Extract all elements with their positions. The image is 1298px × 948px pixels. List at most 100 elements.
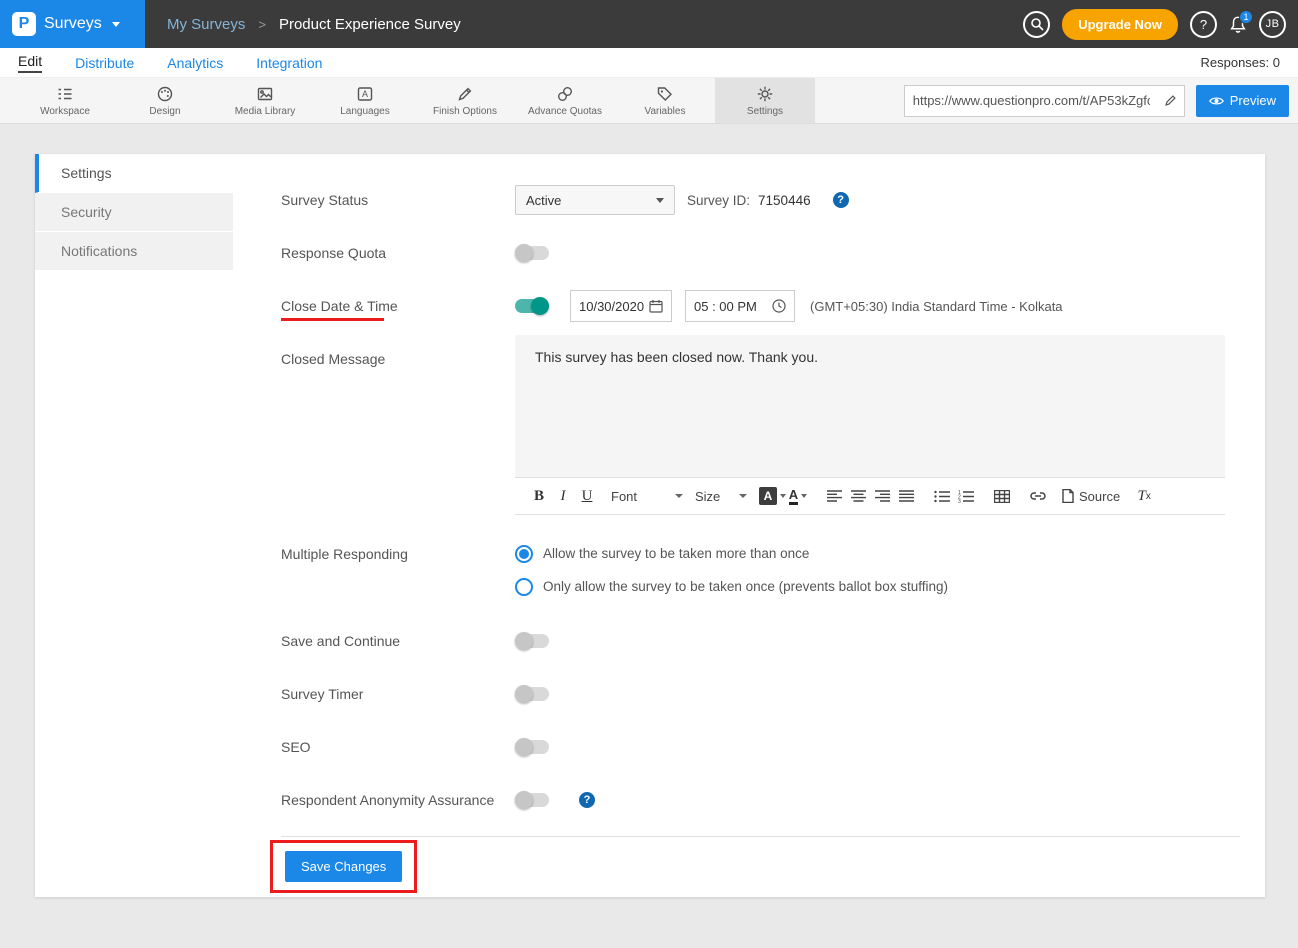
survey-id-help-icon[interactable]: ?: [833, 192, 849, 208]
survey-timer-toggle[interactable]: [515, 687, 549, 701]
bullet-list-button[interactable]: [930, 483, 954, 509]
save-changes-button[interactable]: Save Changes: [285, 851, 402, 882]
bold-button[interactable]: B: [527, 483, 551, 509]
toolbar-item-variables[interactable]: Variables: [615, 78, 715, 123]
section-nav: Edit Distribute Analytics Integration Re…: [0, 48, 1298, 78]
align-right-button[interactable]: [870, 483, 894, 509]
insert-link-button[interactable]: [1026, 483, 1050, 509]
anonymity-row: Respondent Anonymity Assurance ?: [281, 776, 1240, 824]
svg-text:A: A: [362, 89, 368, 99]
multiple-responding-options: Allow the survey to be taken more than o…: [515, 537, 948, 603]
toggle-knob: [515, 244, 533, 262]
sidebar-item-security[interactable]: Security: [35, 193, 233, 232]
toolbar-item-workspace[interactable]: Workspace: [15, 78, 115, 123]
search-button[interactable]: [1023, 11, 1050, 38]
toolbar-item-settings[interactable]: Settings: [715, 78, 815, 123]
top-bar: P Surveys My Surveys > Product Experienc…: [0, 0, 1298, 48]
seo-toggle[interactable]: [515, 740, 549, 754]
annotation-red-underline: [281, 318, 384, 321]
font-dropdown[interactable]: Font: [611, 483, 683, 509]
background-color-button[interactable]: A: [759, 483, 786, 509]
close-date-input[interactable]: 10/30/2020: [570, 290, 672, 322]
sidebar-item-notifications[interactable]: Notifications: [35, 232, 233, 271]
closed-message-textarea[interactable]: This survey has been closed now. Thank y…: [515, 335, 1225, 477]
close-date-time-toggle[interactable]: [515, 299, 549, 313]
avatar[interactable]: JB: [1259, 11, 1286, 38]
size-dropdown[interactable]: Size: [695, 483, 747, 509]
close-date-time-label: Close Date & Time: [281, 298, 515, 314]
toolbar-item-media-library[interactable]: Media Library: [215, 78, 315, 123]
tab-edit[interactable]: Edit: [18, 53, 42, 73]
sidebar-item-settings[interactable]: Settings: [35, 154, 233, 193]
multiple-responding-row: Multiple Responding Allow the survey to …: [281, 537, 1240, 603]
response-quota-toggle[interactable]: [515, 246, 549, 260]
breadcrumb-my-surveys[interactable]: My Surveys: [167, 16, 245, 33]
chevron-down-icon: [112, 22, 120, 27]
radio-option-once[interactable]: Only allow the survey to be taken once (…: [515, 570, 948, 603]
italic-button[interactable]: I: [551, 483, 575, 509]
survey-timer-row: Survey Timer: [281, 670, 1240, 718]
eye-icon: [1209, 96, 1224, 106]
toolbar-right: Preview: [904, 78, 1298, 123]
workspace-icon: [56, 85, 74, 103]
remove-format-button[interactable]: Tx: [1132, 483, 1156, 509]
toolbar-item-design[interactable]: Design: [115, 78, 215, 123]
response-quota-label: Response Quota: [281, 245, 515, 261]
app-logo[interactable]: P Surveys: [0, 0, 145, 48]
align-left-icon: [827, 490, 842, 502]
insert-table-button[interactable]: [990, 483, 1014, 509]
align-center-button[interactable]: [846, 483, 870, 509]
numbered-list-button[interactable]: 123: [954, 483, 978, 509]
anonymity-toggle[interactable]: [515, 793, 549, 807]
toolbar-item-languages[interactable]: A Languages: [315, 78, 415, 123]
help-button[interactable]: ?: [1190, 11, 1217, 38]
toggle-knob: [515, 738, 533, 756]
save-and-continue-toggle[interactable]: [515, 634, 549, 648]
toolbar-item-advance-quotas[interactable]: Advance Quotas: [515, 78, 615, 123]
text-color-button[interactable]: A: [786, 483, 810, 509]
edit-url-button[interactable]: [1158, 94, 1184, 107]
edit-toolbar: Workspace Design Media Library A Languag…: [0, 78, 1298, 124]
pencil-icon: [1164, 94, 1177, 107]
preview-button[interactable]: Preview: [1196, 85, 1289, 117]
seo-label: SEO: [281, 739, 515, 755]
settings-sidebar: Settings Security Notifications: [35, 154, 233, 897]
palette-icon: [156, 85, 174, 103]
tag-icon: [656, 85, 674, 103]
text-color-icon: A: [789, 488, 798, 505]
quotas-icon: [556, 85, 574, 103]
tab-integration[interactable]: Integration: [256, 55, 322, 71]
page-title: Product Experience Survey: [279, 16, 461, 33]
tab-analytics[interactable]: Analytics: [167, 55, 223, 71]
radio-option-multiple[interactable]: Allow the survey to be taken more than o…: [515, 537, 948, 570]
response-quota-row: Response Quota: [281, 229, 1240, 277]
form-divider: [281, 836, 1240, 837]
annotation-red-box: Save Changes: [270, 840, 417, 893]
chevron-down-icon: [656, 198, 664, 203]
notifications-button[interactable]: 1: [1229, 15, 1247, 34]
align-justify-button[interactable]: [894, 483, 918, 509]
source-button[interactable]: Source: [1062, 483, 1120, 509]
settings-form: Survey Status Active Survey ID: 7150446 …: [233, 154, 1265, 897]
tab-distribute[interactable]: Distribute: [75, 55, 134, 71]
chevron-down-icon: [739, 494, 747, 498]
upgrade-now-button[interactable]: Upgrade Now: [1062, 9, 1178, 40]
survey-url-box: [904, 85, 1185, 117]
underline-button[interactable]: U: [575, 483, 599, 509]
survey-id-value: 7150446: [758, 193, 811, 208]
breadcrumb: My Surveys > Product Experience Survey: [167, 16, 461, 33]
align-left-button[interactable]: [822, 483, 846, 509]
table-icon: [994, 490, 1010, 503]
gear-icon: [756, 85, 774, 103]
seo-row: SEO: [281, 723, 1240, 771]
toolbar-item-finish-options[interactable]: Finish Options: [415, 78, 515, 123]
bullet-list-icon: [934, 490, 951, 503]
toggle-knob: [515, 632, 533, 650]
survey-status-label: Survey Status: [281, 192, 515, 208]
toggle-knob: [515, 685, 533, 703]
anonymity-help-icon[interactable]: ?: [579, 792, 595, 808]
close-time-input[interactable]: 05 : 00 PM: [685, 290, 795, 322]
align-justify-icon: [899, 490, 914, 502]
survey-url-input[interactable]: [905, 93, 1158, 108]
survey-status-select[interactable]: Active: [515, 185, 675, 215]
